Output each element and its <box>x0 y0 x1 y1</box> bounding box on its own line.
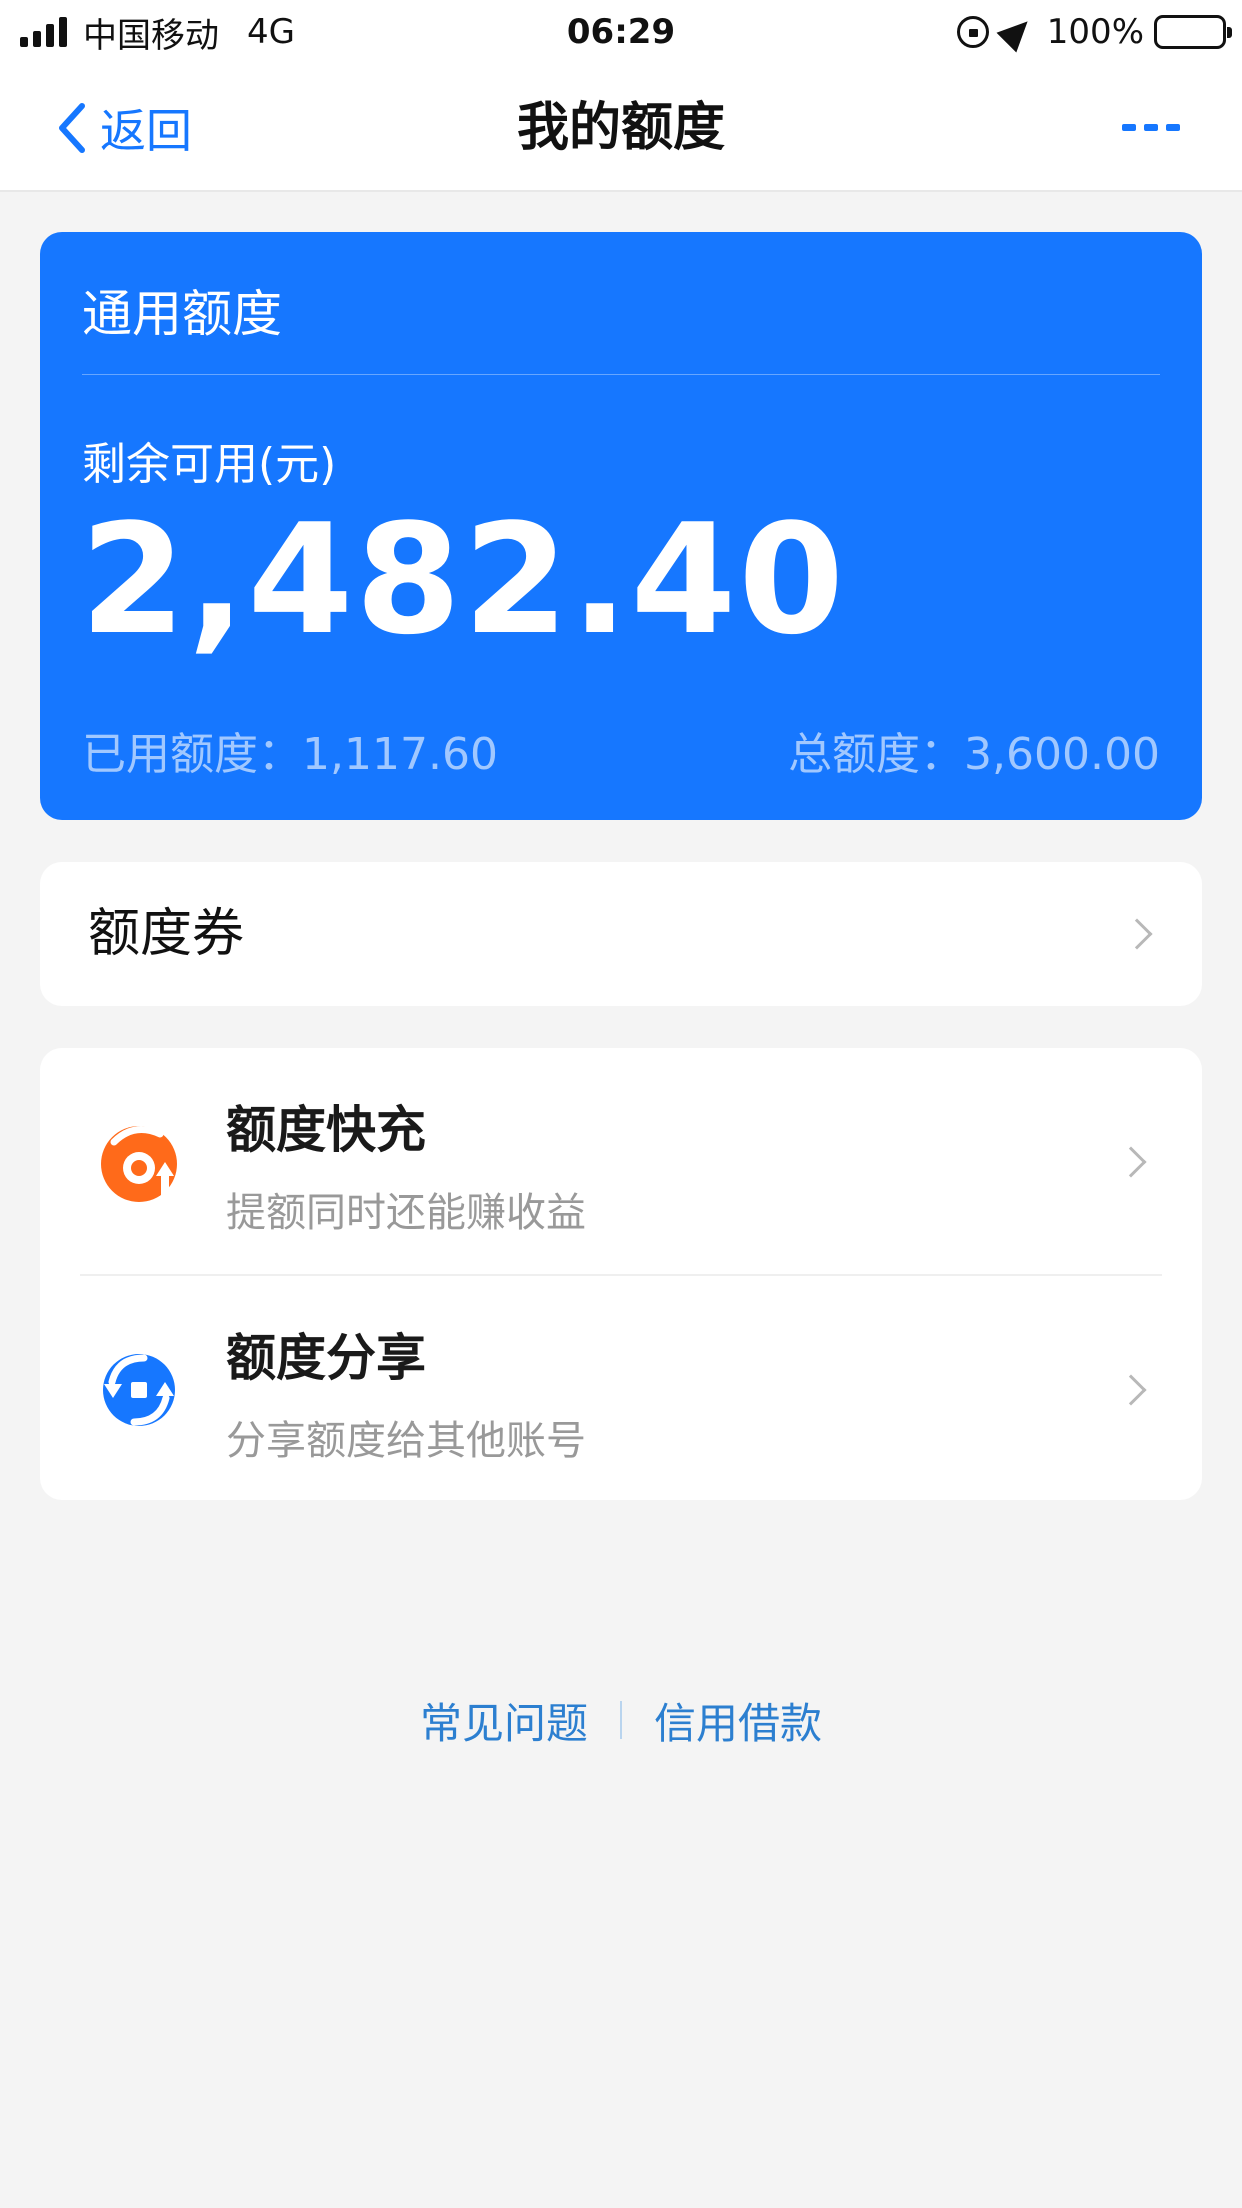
available-amount: 2,482.40 <box>80 491 847 668</box>
available-label: 剩余可用(元) <box>82 439 337 490</box>
battery-percent: 100% <box>1046 12 1144 52</box>
feature-list: 额度快充 提额同时还能赚收益 额度分享 分享额度给其他账号 <box>40 1048 1202 1500</box>
quota-card: 通用额度 剩余可用(元) 2,482.40 已用额度：1,117.60 总额度：… <box>40 232 1202 820</box>
chevron-right-icon <box>1115 1374 1147 1406</box>
used-quota: 已用额度：1,117.60 <box>82 729 498 780</box>
feature-title: 额度快充 <box>226 1101 426 1159</box>
footer-links: 常见问题 信用借款 <box>0 1690 1242 1750</box>
list-item-quota-recharge[interactable]: 额度快充 提额同时还能赚收益 <box>40 1048 1202 1274</box>
rotation-lock-icon <box>956 16 989 48</box>
location-arrow-icon <box>996 11 1038 53</box>
nav-bar: 返回 我的额度 <box>0 64 1242 192</box>
chevron-right-icon <box>1115 1146 1147 1178</box>
feature-subtitle: 提额同时还能赚收益 <box>226 1190 586 1236</box>
footer-divider <box>620 1701 622 1739</box>
status-right: 100% <box>956 8 1232 56</box>
quota-coupon-row[interactable]: 额度券 <box>40 862 1202 1006</box>
quota-share-icon <box>103 1354 175 1426</box>
status-bar: 中国移动 4G 06:29 100% <box>0 0 1242 64</box>
quota-coupon-label: 额度券 <box>88 904 245 964</box>
credit-loan-link[interactable]: 信用借款 <box>654 1690 822 1751</box>
more-icon[interactable] <box>1122 118 1180 138</box>
faq-link[interactable]: 常见问题 <box>420 1690 588 1751</box>
battery-icon <box>1154 15 1232 49</box>
feature-subtitle: 分享额度给其他账号 <box>226 1418 586 1464</box>
quota-card-title: 通用额度 <box>82 285 282 343</box>
quota-card-divider <box>82 374 1160 375</box>
chevron-right-icon <box>1121 918 1153 950</box>
total-quota: 总额度：3,600.00 <box>788 729 1160 780</box>
quota-recharge-icon <box>101 1126 177 1202</box>
feature-title: 额度分享 <box>226 1329 426 1387</box>
list-item-quota-share[interactable]: 额度分享 分享额度给其他账号 <box>40 1276 1202 1502</box>
page-title: 我的额度 <box>516 98 725 158</box>
